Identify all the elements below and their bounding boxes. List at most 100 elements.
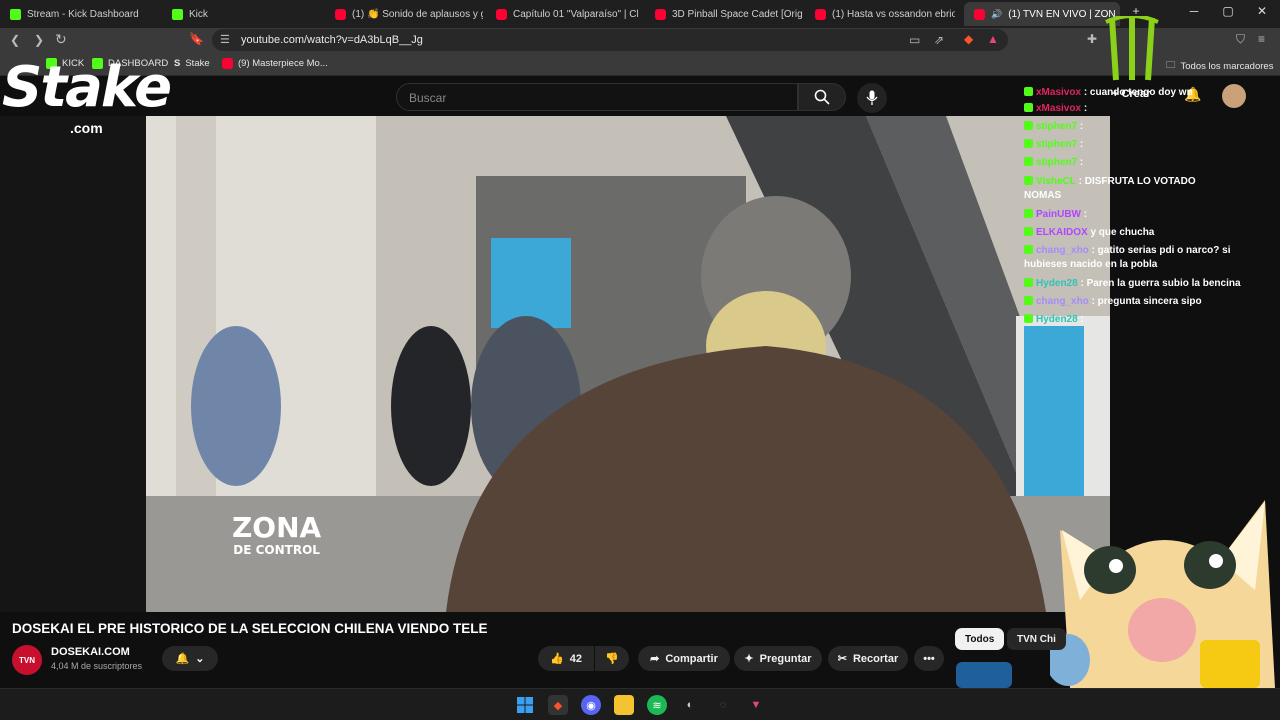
all-bookmarks[interactable]: 🗀 Todos los marcadores bbox=[1166, 58, 1273, 74]
chat-text: : bbox=[1083, 103, 1088, 114]
chat-username: chang_xho bbox=[1036, 296, 1089, 307]
kick-badge-icon bbox=[1024, 176, 1033, 185]
chat-username: VisheCL bbox=[1036, 176, 1076, 187]
site-settings-icon[interactable]: ☰ bbox=[220, 33, 230, 46]
vpn-icon[interactable]: ⛉ bbox=[1236, 32, 1245, 47]
kick-badge-icon bbox=[1024, 245, 1033, 254]
ask-button[interactable]: ✦ Preguntar bbox=[734, 646, 822, 671]
brave-shields-icon[interactable]: ◆ bbox=[964, 32, 973, 46]
microphone-icon bbox=[866, 90, 878, 105]
like-button[interactable]: 👍 42 bbox=[538, 646, 594, 671]
ask-label: Preguntar bbox=[759, 652, 812, 665]
cast-icon[interactable]: ▭ bbox=[909, 33, 920, 47]
tab-kick-dashboard[interactable]: Stream - Kick Dashboard bbox=[0, 2, 162, 26]
tab-label: Capítulo 01 "Valparaíso" | Chile bbox=[513, 8, 638, 20]
chat-message: chang_xho : pregunta sincera sipo bbox=[1024, 295, 1202, 309]
tab-label: (1) TVN EN VIVO | ZON bbox=[1008, 8, 1116, 20]
spotify-icon[interactable]: ≋ bbox=[647, 695, 667, 715]
kick-badge-icon bbox=[1024, 278, 1033, 287]
zona-de-control-logo: ZONA DE CONTROL bbox=[232, 514, 321, 557]
tab-label: Kick bbox=[189, 8, 208, 20]
recommended-video-thumbnail[interactable] bbox=[956, 662, 1012, 688]
menu-icon[interactable]: ≡ bbox=[1258, 32, 1265, 46]
windows-start-icon[interactable] bbox=[515, 695, 535, 715]
kick-badge-icon bbox=[1024, 296, 1033, 305]
chat-message: ELKAIDOX y que chucha bbox=[1024, 226, 1154, 240]
video-letterbox bbox=[0, 116, 146, 612]
tab-tvn-en-vivo[interactable]: 🔊 (1) TVN EN VIVO | ZON ✕ bbox=[964, 2, 1120, 26]
chat-text: : gatito serias pdi o narco? si bbox=[1091, 245, 1231, 256]
share-icon[interactable]: ⇗ bbox=[934, 33, 944, 47]
chat-message: Hyden28 : bbox=[1024, 313, 1084, 327]
share-icon: ➦ bbox=[650, 653, 660, 665]
kick-badge-icon bbox=[1024, 121, 1033, 130]
chat-message: NOMAS bbox=[1024, 189, 1061, 203]
bookmark-icon[interactable]: 🔖 bbox=[189, 32, 204, 46]
clip-button[interactable]: ✂ Recortar bbox=[828, 646, 908, 671]
thumbs-down-icon: 👎 bbox=[605, 653, 619, 665]
discord-icon[interactable]: ◉ bbox=[581, 695, 601, 715]
chip-all[interactable]: Todos bbox=[955, 628, 1005, 650]
chat-message: stiphen7 : bbox=[1024, 120, 1083, 134]
forward-icon[interactable]: ❯ bbox=[34, 33, 44, 47]
bookmark-masterpiece[interactable]: (9) Masterpiece Mo... bbox=[222, 58, 328, 69]
file-explorer-icon[interactable] bbox=[614, 695, 634, 715]
more-icon: ••• bbox=[923, 652, 935, 665]
chat-text: : bbox=[1080, 314, 1084, 325]
chevron-down-icon: ⌄ bbox=[195, 653, 205, 665]
search-input[interactable]: Buscar bbox=[396, 83, 798, 111]
tab-kick[interactable]: Kick bbox=[162, 2, 330, 26]
search-button[interactable] bbox=[798, 83, 846, 111]
valorant-icon[interactable]: ▼ bbox=[746, 695, 766, 715]
bookmark-label: (9) Masterpiece Mo... bbox=[238, 58, 328, 69]
stake-com-label: .com bbox=[70, 120, 103, 136]
extensions-icon[interactable]: ✚ bbox=[1087, 32, 1097, 46]
voice-search-button[interactable] bbox=[857, 83, 887, 113]
chat-text: : bbox=[1083, 209, 1088, 220]
tab-aplausos[interactable]: (1) 👏 Sonido de aplausos y g bbox=[325, 2, 483, 26]
tab-valparaiso[interactable]: Capítulo 01 "Valparaíso" | Chile bbox=[486, 2, 638, 26]
address-bar[interactable]: ☰ youtube.com/watch?v=dA3bLqB__Jg ▭ ⇗ ◆ … bbox=[212, 29, 1008, 51]
youtube-icon bbox=[335, 8, 346, 20]
chat-username: stiphen7 bbox=[1036, 139, 1078, 150]
channel-name[interactable]: DOSEKAI.COM bbox=[51, 646, 130, 658]
back-icon[interactable]: ❮ bbox=[10, 33, 20, 47]
video-title: DOSEKAI EL PRE HISTORICO DE LA SELECCION… bbox=[12, 621, 488, 636]
kick-badge-icon bbox=[1024, 103, 1033, 112]
clip-label: Recortar bbox=[852, 652, 899, 665]
minimize-button[interactable]: ─ bbox=[1184, 4, 1204, 18]
share-button[interactable]: ➦ Compartir bbox=[638, 646, 730, 671]
search-icon bbox=[814, 89, 830, 105]
bookmark-label: Stake bbox=[185, 58, 210, 69]
chat-text: : bbox=[1079, 139, 1084, 150]
channel-avatar[interactable]: TVN bbox=[12, 645, 42, 675]
close-window-button[interactable]: ✕ bbox=[1252, 4, 1272, 18]
more-actions-button[interactable]: ••• bbox=[914, 646, 944, 671]
chat-username: PainUBW bbox=[1036, 209, 1081, 220]
chat-text: : cuando tengo doy wn bbox=[1083, 87, 1193, 98]
tab-ebrios[interactable]: (1) Hasta vs ossandon ebrios bbox=[805, 2, 955, 26]
chat-message: stiphen7 : bbox=[1024, 138, 1083, 152]
tab-pinball[interactable]: 3D Pinball Space Cadet [Origin bbox=[645, 2, 803, 26]
video-player[interactable]: ZONA DE CONTROL bbox=[146, 116, 1110, 612]
chip-tvn-chile[interactable]: TVN Chi bbox=[1007, 628, 1066, 650]
brave-rewards-icon[interactable]: ▲ bbox=[987, 32, 999, 46]
chat-username: ELKAIDOX bbox=[1036, 227, 1088, 238]
chat-message: xMasivox : cuando tengo doy wn bbox=[1024, 86, 1193, 100]
youtube-icon bbox=[815, 8, 826, 20]
app-icon[interactable]: ◌ bbox=[713, 695, 733, 715]
reload-icon[interactable]: ↻ bbox=[55, 31, 67, 48]
brave-browser-icon[interactable]: ◆ bbox=[548, 695, 568, 715]
chat-message: PainUBW : bbox=[1024, 208, 1087, 222]
bookmark-stake[interactable]: S Stake bbox=[174, 58, 210, 69]
windows-logo-icon bbox=[517, 697, 533, 713]
obs-icon[interactable]: ◐ bbox=[680, 695, 700, 715]
share-label: Compartir bbox=[665, 652, 718, 665]
kick-badge-icon bbox=[1024, 157, 1033, 166]
dislike-button[interactable]: 👎 bbox=[595, 646, 629, 671]
all-bookmarks-label: Todos los marcadores bbox=[1180, 60, 1274, 72]
chat-username: xMasivox bbox=[1036, 87, 1082, 98]
maximize-button[interactable]: ▢ bbox=[1218, 4, 1238, 18]
browser-toolbar: ❮ ❯ ↻ 🔖 ☰ youtube.com/watch?v=dA3bLqB__J… bbox=[0, 28, 1280, 54]
subscribe-bell-button[interactable]: 🔔 ⌄ bbox=[162, 646, 218, 671]
